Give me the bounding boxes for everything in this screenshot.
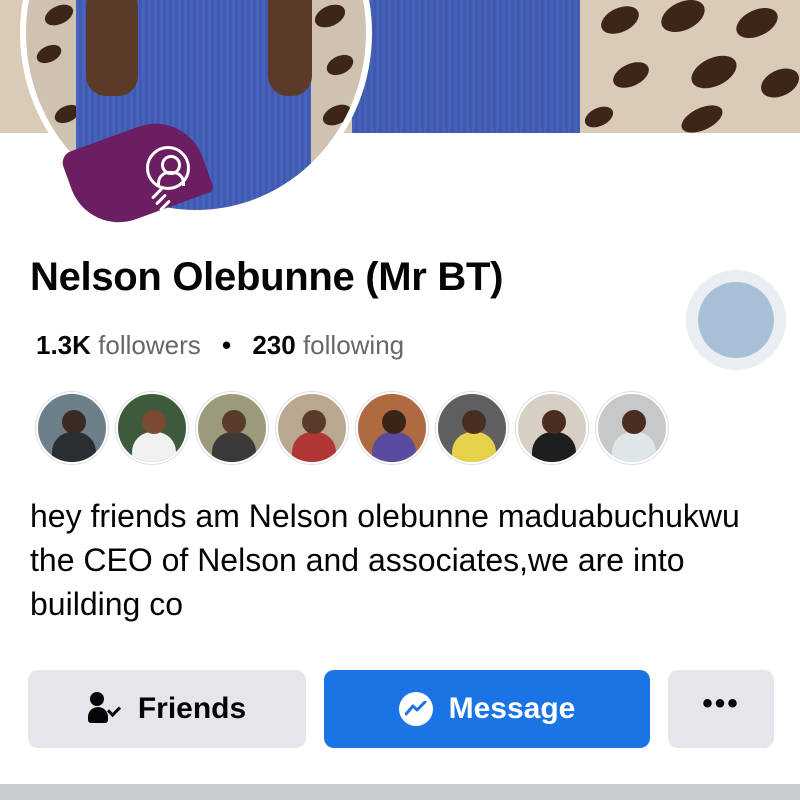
friend-avatar[interactable] xyxy=(36,392,108,464)
section-divider xyxy=(0,784,800,800)
followers-label[interactable]: followers xyxy=(98,330,201,360)
message-button-label: Message xyxy=(448,692,576,725)
friend-avatar[interactable] xyxy=(356,392,428,464)
friend-avatar[interactable] xyxy=(116,392,188,464)
friend-avatar[interactable] xyxy=(436,392,508,464)
story-indicator[interactable] xyxy=(686,270,786,370)
following-count[interactable]: 230 xyxy=(252,330,295,360)
friends-check-icon xyxy=(87,692,122,726)
speed-lines-icon xyxy=(150,186,176,212)
friend-avatar[interactable] xyxy=(276,392,348,464)
friend-avatar[interactable] xyxy=(516,392,588,464)
rocket-person-icon xyxy=(146,146,190,190)
following-label[interactable]: following xyxy=(303,330,404,360)
friend-avatar[interactable] xyxy=(196,392,268,464)
more-options-button[interactable]: ••• xyxy=(668,670,774,748)
follow-stats: 1.3K followers • 230 following xyxy=(36,330,404,361)
friends-button[interactable]: Friends xyxy=(28,670,306,748)
followers-count[interactable]: 1.3K xyxy=(36,330,91,360)
profile-name: Nelson Olebunne (Mr BT) xyxy=(30,255,504,299)
friend-avatar[interactable] xyxy=(596,392,668,464)
messenger-icon xyxy=(398,692,433,726)
profile-bio: hey friends am Nelson olebunne maduabuch… xyxy=(30,498,740,622)
message-button[interactable]: Message xyxy=(324,670,650,748)
stats-separator: • xyxy=(221,330,232,360)
friends-button-label: Friends xyxy=(137,692,247,725)
more-dots-icon: ••• xyxy=(702,687,740,720)
